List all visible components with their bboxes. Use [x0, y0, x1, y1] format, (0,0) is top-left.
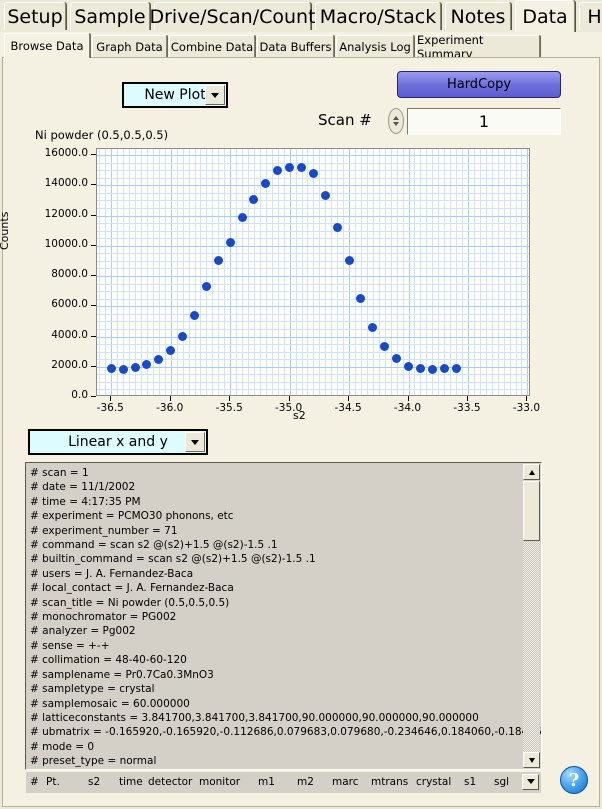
- column-header-pt-: Pt.: [46, 776, 60, 788]
- help-icon: ?: [569, 770, 580, 791]
- main-tab-label: Help: [587, 6, 602, 28]
- hardcopy-label: HardCopy: [447, 77, 511, 92]
- column-header-s2: s2: [88, 776, 100, 788]
- column-header-row: # Pt. s2 time detector monitor m1 m2 marc mtransc…: [26, 772, 541, 793]
- scan-number-stepper[interactable]: [388, 108, 404, 134]
- column-header-detector: detector: [148, 776, 192, 788]
- axis-scale-select[interactable]: Linear x and y: [28, 429, 208, 455]
- main-tab-notes[interactable]: Notes: [445, 2, 511, 30]
- plot-title: Ni powder (0.5,0.5,0.5): [35, 128, 168, 142]
- log-scrollbar[interactable]: [523, 464, 540, 768]
- column-header-mtrans: mtrans: [371, 776, 408, 788]
- main-tab-label: Drive/Scan/Count: [149, 6, 315, 28]
- main-tab-setup[interactable]: Setup: [4, 2, 66, 30]
- chevron-down-icon[interactable]: [185, 432, 205, 452]
- column-header--: #: [30, 776, 39, 788]
- hardcopy-button[interactable]: HardCopy: [397, 71, 561, 98]
- plot-mode-value: New Plot: [144, 87, 205, 103]
- sub-tab-combine-data[interactable]: Combine Data: [169, 35, 255, 58]
- main-tab-label: Macro/Stack: [320, 6, 437, 28]
- main-tab-label: Sample: [74, 6, 145, 28]
- main-tab-label: Notes: [451, 6, 506, 28]
- sub-tab-browse-data[interactable]: Browse Data: [4, 33, 90, 58]
- sub-tab-label: Data Buffers: [259, 40, 331, 54]
- column-header-m1: m1: [258, 776, 275, 788]
- main-tab-data[interactable]: Data: [515, 0, 575, 32]
- scan-number-label: Scan #: [318, 111, 372, 129]
- column-header-s1: s1: [464, 776, 476, 788]
- scroll-down-button[interactable]: [523, 752, 540, 768]
- chevron-down-icon[interactable]: [522, 774, 539, 790]
- main-tab-macro-stack[interactable]: Macro/Stack: [315, 2, 441, 30]
- scan-metadata-log[interactable]: # scan = 1 # date = 11/1/2002 # time = 4…: [25, 462, 542, 770]
- main-tab-drive-scan-count[interactable]: Drive/Scan/Count: [154, 2, 311, 30]
- plot-mode-select[interactable]: New Plot: [122, 82, 228, 108]
- scan-number-field[interactable]: 1: [407, 108, 561, 135]
- stepper-down-icon[interactable]: [393, 122, 399, 126]
- sub-tab-bar: Browse Data Graph Data Combine Data Data Bu…: [0, 32, 602, 58]
- main-tab-bar: SetupSampleDrive/Scan/CountMacro/StackNo…: [0, 0, 602, 32]
- axis-scale-value: Linear x and y: [68, 434, 168, 450]
- scroll-up-button[interactable]: [523, 464, 540, 480]
- sub-tab-label: Analysis Log: [339, 40, 411, 54]
- main-tab-help[interactable]: Help: [579, 2, 602, 30]
- sub-tab-label: Browse Data: [11, 39, 84, 53]
- sub-tab-graph-data[interactable]: Graph Data: [92, 35, 167, 58]
- sub-tab-label: Graph Data: [96, 40, 162, 54]
- main-tab-label: Setup: [7, 6, 62, 28]
- column-header-time: time: [119, 776, 143, 788]
- log-text: # scan = 1 # date = 11/1/2002 # time = 4…: [30, 466, 518, 770]
- stepper-up-icon[interactable]: [393, 116, 399, 120]
- main-tab-sample[interactable]: Sample: [70, 2, 150, 30]
- main-tab-label: Data: [522, 6, 567, 28]
- help-button[interactable]: ?: [560, 766, 588, 794]
- column-header-marc: marc: [332, 776, 359, 788]
- column-header-crystal: crystal: [416, 776, 451, 788]
- column-header-monitor: monitor: [199, 776, 240, 788]
- sub-tab-experiment-summary[interactable]: Experiment Summary: [416, 35, 540, 58]
- scrollbar-thumb[interactable]: [523, 481, 540, 541]
- sub-tab-label: Combine Data: [171, 40, 253, 54]
- sub-tab-data-buffers[interactable]: Data Buffers: [257, 35, 334, 58]
- column-header-sgl: sgl: [494, 776, 509, 788]
- sub-tab-analysis-log[interactable]: Analysis Log: [336, 35, 414, 58]
- chevron-down-icon[interactable]: [205, 85, 225, 105]
- scan-number-value: 1: [479, 112, 489, 131]
- scrollbar-track[interactable]: [523, 541, 540, 752]
- column-header-m2: m2: [297, 776, 314, 788]
